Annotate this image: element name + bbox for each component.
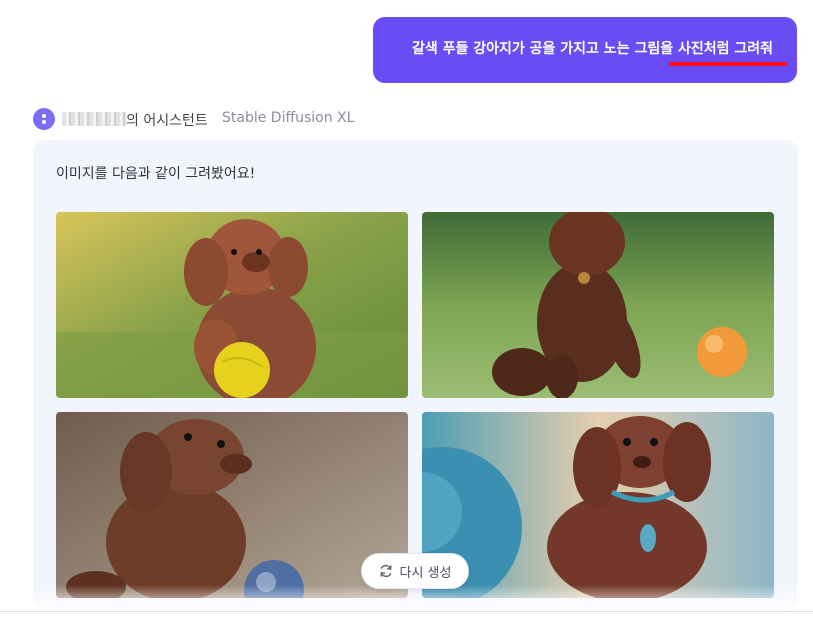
regenerate-button[interactable]: 다시 생성	[361, 553, 469, 589]
bottom-divider	[0, 611, 813, 612]
redacted-username	[62, 112, 126, 126]
assistant-name: 의 어시스턴트	[126, 113, 208, 129]
text-highlight-underline	[669, 62, 787, 66]
generated-image-3[interactable]	[56, 412, 408, 598]
generated-image-4[interactable]	[422, 412, 774, 598]
refresh-icon	[380, 564, 391, 578]
assistant-avatar	[33, 108, 55, 130]
regenerate-label: 다시 생성	[399, 565, 452, 581]
user-message-bubble: 갈색 푸들 강아지가 공을 가지고 노는 그림을 사진처럼 그려줘	[373, 17, 797, 83]
model-name: Stable Diffusion XL	[222, 110, 355, 126]
assistant-reply-text: 이미지를 다음과 같이 그려봤어요!	[56, 166, 256, 182]
user-message-text: 갈색 푸들 강아지가 공을 가지고 노는 그림을 사진처럼 그려줘	[412, 41, 773, 57]
generated-image-1[interactable]	[56, 212, 408, 398]
generated-image-2[interactable]	[422, 212, 774, 398]
